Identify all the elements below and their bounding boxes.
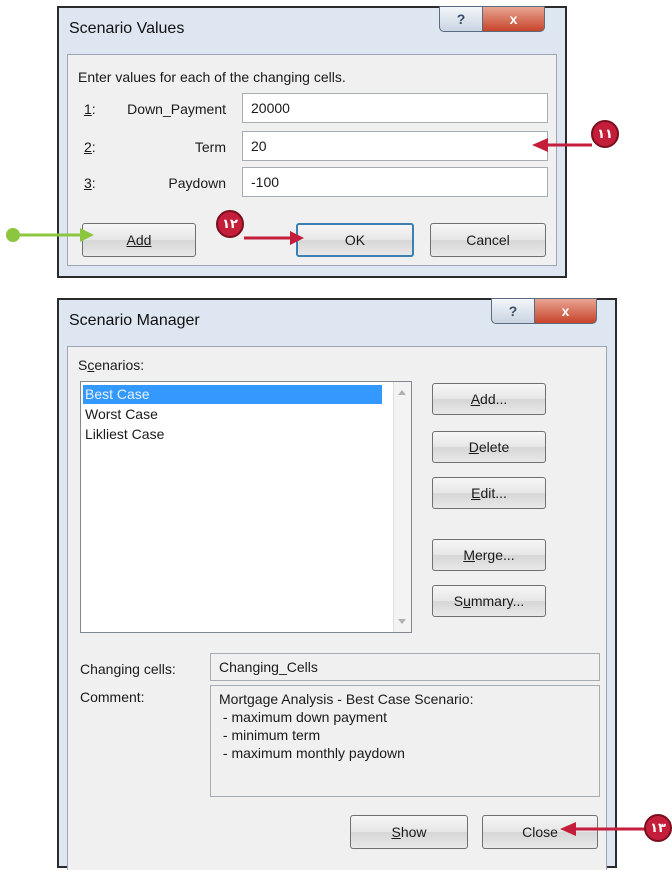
green-arrow-head xyxy=(80,228,94,242)
step-12-arrow-head xyxy=(290,231,304,245)
step-13-badge: ١٣ xyxy=(644,814,672,842)
callout-arrows xyxy=(6,138,646,836)
green-dot-icon xyxy=(6,228,20,242)
step-13-arrow-head xyxy=(560,822,576,836)
step-11-badge: ١١ xyxy=(591,120,619,148)
step-12-badge: ١٢ xyxy=(216,210,244,238)
step-11-arrow-head xyxy=(532,138,548,152)
